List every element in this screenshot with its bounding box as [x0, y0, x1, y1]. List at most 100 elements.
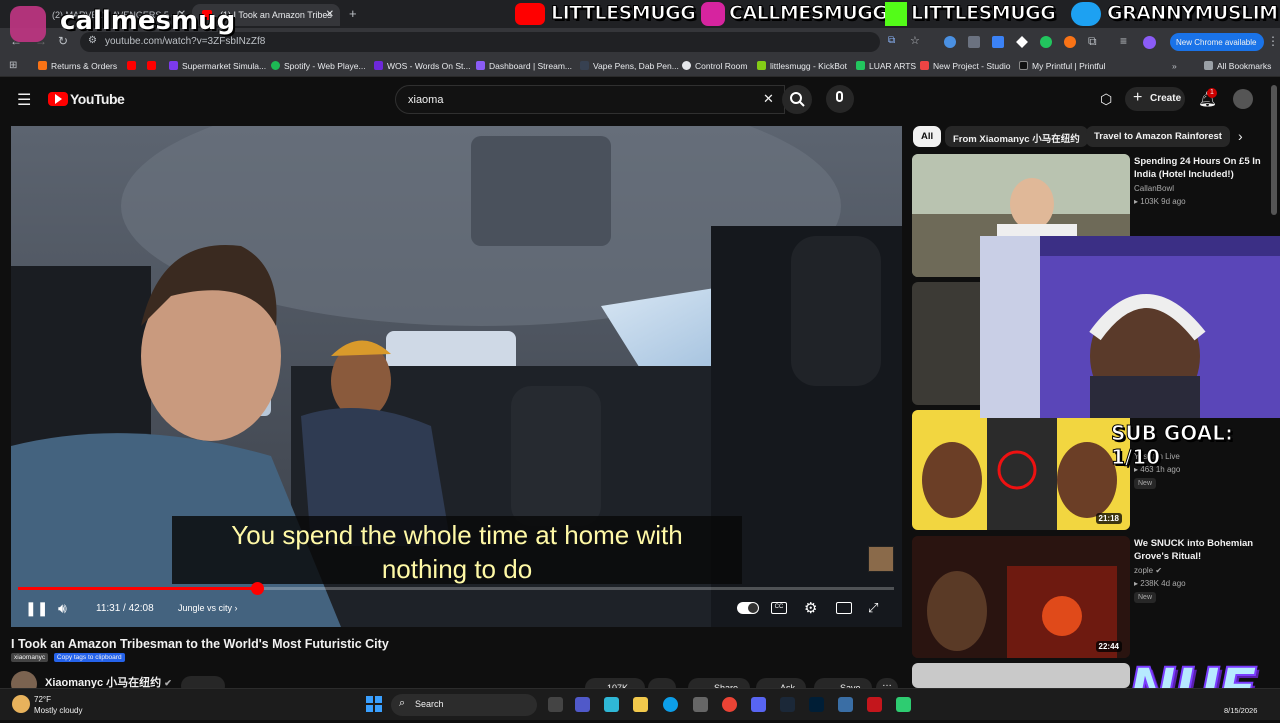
new-chrome-button[interactable]: New Chrome available — [1170, 33, 1264, 51]
avatar[interactable] — [1233, 89, 1253, 109]
chrome-icon[interactable] — [722, 697, 737, 712]
recommendation-thumbnail[interactable]: 21:18 — [912, 410, 1130, 530]
bookmark-label: Vape Pens, Dab Pen... — [593, 61, 679, 71]
notepad-icon[interactable] — [838, 697, 853, 712]
pause-button[interactable]: ❚❚ — [25, 600, 48, 617]
fullscreen-button[interactable]: ⤢ — [868, 600, 878, 616]
recommendation-thumbnail[interactable]: 22:44 — [912, 536, 1130, 658]
captions-button[interactable]: CC — [771, 602, 787, 614]
bookmark-item[interactable]: My Printful | Printful — [1019, 61, 1106, 71]
copilot-icon[interactable] — [604, 697, 619, 712]
bookmarks-bar: ⊞ Returns & Orders Supermarket Simula...… — [0, 56, 1280, 77]
youtube-icon — [147, 61, 156, 70]
copy-tags-button[interactable]: Copy tags to clipboard — [53, 653, 125, 662]
bookmark-label: Supermarket Simula... — [182, 61, 267, 71]
extensions-bar: ⧉ ≡ — [940, 34, 1160, 50]
photoshop-icon[interactable] — [809, 697, 824, 712]
recommendation-meta-text: 238K 4d ago — [1140, 579, 1186, 588]
new-tab-icon[interactable]: + — [349, 6, 357, 21]
translate-icon[interactable]: ⧉ — [888, 35, 895, 46]
profile-avatar-icon[interactable] — [1143, 36, 1156, 49]
bookmark-item[interactable]: Supermarket Simula... — [169, 61, 266, 71]
bookmark-item[interactable]: Vape Pens, Dab Pen... — [580, 61, 679, 71]
bookmark-item[interactable] — [147, 61, 160, 71]
weather-widget[interactable]: 72°F Mostly cloudy — [34, 694, 82, 716]
reload-icon[interactable]: ↻ — [58, 34, 68, 48]
chevron-right-icon[interactable]: › — [1238, 128, 1243, 144]
voice-search-button[interactable] — [826, 85, 854, 113]
extension-icon[interactable] — [1016, 36, 1028, 48]
video-tag[interactable]: xiaomanyc — [11, 653, 49, 662]
bookmark-item[interactable]: Control Room — [682, 61, 747, 71]
autoplay-toggle[interactable] — [737, 602, 759, 614]
steam-icon[interactable] — [780, 697, 795, 712]
extension-icon[interactable] — [968, 36, 980, 48]
extension-icon[interactable] — [1040, 36, 1052, 48]
cast-icon[interactable]: ⬡ — [1100, 91, 1112, 108]
bookmark-item[interactable]: New Project - Studio — [920, 61, 1010, 71]
close-tab-icon[interactable]: ✕ — [326, 9, 334, 20]
create-button[interactable]: + Create — [1125, 87, 1185, 111]
chapter-button[interactable]: Jungle vs city › — [178, 603, 238, 613]
store-icon[interactable] — [693, 697, 708, 712]
verified-icon: ✔ — [1153, 566, 1163, 575]
all-bookmarks[interactable]: All Bookmarks — [1204, 61, 1271, 71]
taskbar-search[interactable]: ⌕ Search — [391, 694, 537, 716]
recommendation-channel[interactable]: CallanBowl — [1134, 182, 1174, 195]
search-icon — [790, 92, 805, 107]
clear-search-icon[interactable]: ✕ — [763, 91, 774, 107]
media-icon[interactable]: ≡ — [1120, 34, 1127, 48]
bookmark-item[interactable] — [127, 61, 140, 71]
twitter-social-icon — [1071, 2, 1101, 26]
recommendation-title[interactable]: We SNUCK into Bohemian Grove's Ritual! — [1134, 537, 1274, 563]
control-room-icon — [682, 61, 691, 70]
extension-icon[interactable] — [1064, 36, 1076, 48]
android-studio-icon[interactable] — [896, 697, 911, 712]
video-progress-bar[interactable] — [18, 582, 894, 595]
video-duration: 21:18 — [1095, 513, 1122, 524]
recommendation-title[interactable]: Spending 24 Hours On £5 In India (Hotel … — [1134, 155, 1274, 181]
new-badge: New — [1134, 592, 1157, 603]
channel-watermark-icon[interactable] — [868, 546, 894, 572]
weather-icon[interactable] — [12, 695, 30, 713]
theater-mode-button[interactable] — [836, 602, 852, 614]
file-explorer-icon[interactable] — [633, 697, 648, 712]
more-bookmarks-icon[interactable]: » — [1172, 61, 1177, 71]
bookmark-star-icon[interactable]: ☆ — [910, 34, 920, 47]
search-button[interactable] — [782, 85, 812, 114]
bookmark-item[interactable]: LUAR ARTS — [856, 61, 916, 71]
start-button[interactable] — [366, 696, 382, 712]
social-handle: LITTLESMUGG — [550, 2, 696, 25]
extension-icon[interactable] — [992, 36, 1004, 48]
notifications-button[interactable]: 🔔︎ 1 — [1197, 88, 1217, 110]
more-menu-icon[interactable]: ⋮ — [1267, 34, 1279, 48]
extension-icon[interactable] — [944, 36, 956, 48]
recommendation-thumbnail[interactable] — [912, 663, 1130, 688]
bookmark-item[interactable]: WOS - Words On St... — [374, 61, 470, 71]
search-input[interactable]: xiaoma ✕ — [395, 85, 785, 114]
recommendation-channel[interactable]: zople ✔ — [1134, 564, 1162, 577]
bookmark-item[interactable]: Spotify - Web Playe... — [271, 61, 366, 71]
edge-icon[interactable] — [663, 697, 678, 712]
acrobat-icon[interactable] — [867, 697, 882, 712]
task-view-icon[interactable] — [548, 697, 563, 712]
volume-button[interactable]: 🔊︎ — [58, 600, 67, 617]
kickbot-icon — [757, 61, 766, 70]
puzzle-extensions-icon[interactable]: ⧉ — [1088, 34, 1097, 49]
youtube-wordmark: YouTube — [70, 91, 125, 107]
scrollbar-thumb[interactable] — [1271, 85, 1277, 215]
chip-all[interactable]: All — [913, 126, 942, 147]
chip-travel[interactable]: Travel to Amazon Rainforest — [1086, 126, 1230, 147]
chip-from-channel[interactable]: From Xiaomanyc 小马在纽约 — [945, 126, 1088, 147]
apps-grid-icon[interactable]: ⊞ — [9, 60, 17, 71]
site-info-icon[interactable]: ⚙ — [88, 35, 97, 46]
bookmark-item[interactable]: Dashboard | Stream... — [476, 61, 572, 71]
bookmark-item[interactable]: Returns & Orders — [38, 61, 117, 71]
discord-icon[interactable] — [751, 697, 766, 712]
hamburger-menu-icon[interactable]: ☰ — [17, 90, 31, 110]
bookmark-label: Spotify - Web Playe... — [284, 61, 366, 71]
bookmark-item[interactable]: littlesmugg - KickBot — [757, 61, 847, 71]
settings-button[interactable]: ⚙ — [804, 599, 817, 617]
folder-icon — [38, 61, 47, 70]
teams-icon[interactable] — [575, 697, 590, 712]
